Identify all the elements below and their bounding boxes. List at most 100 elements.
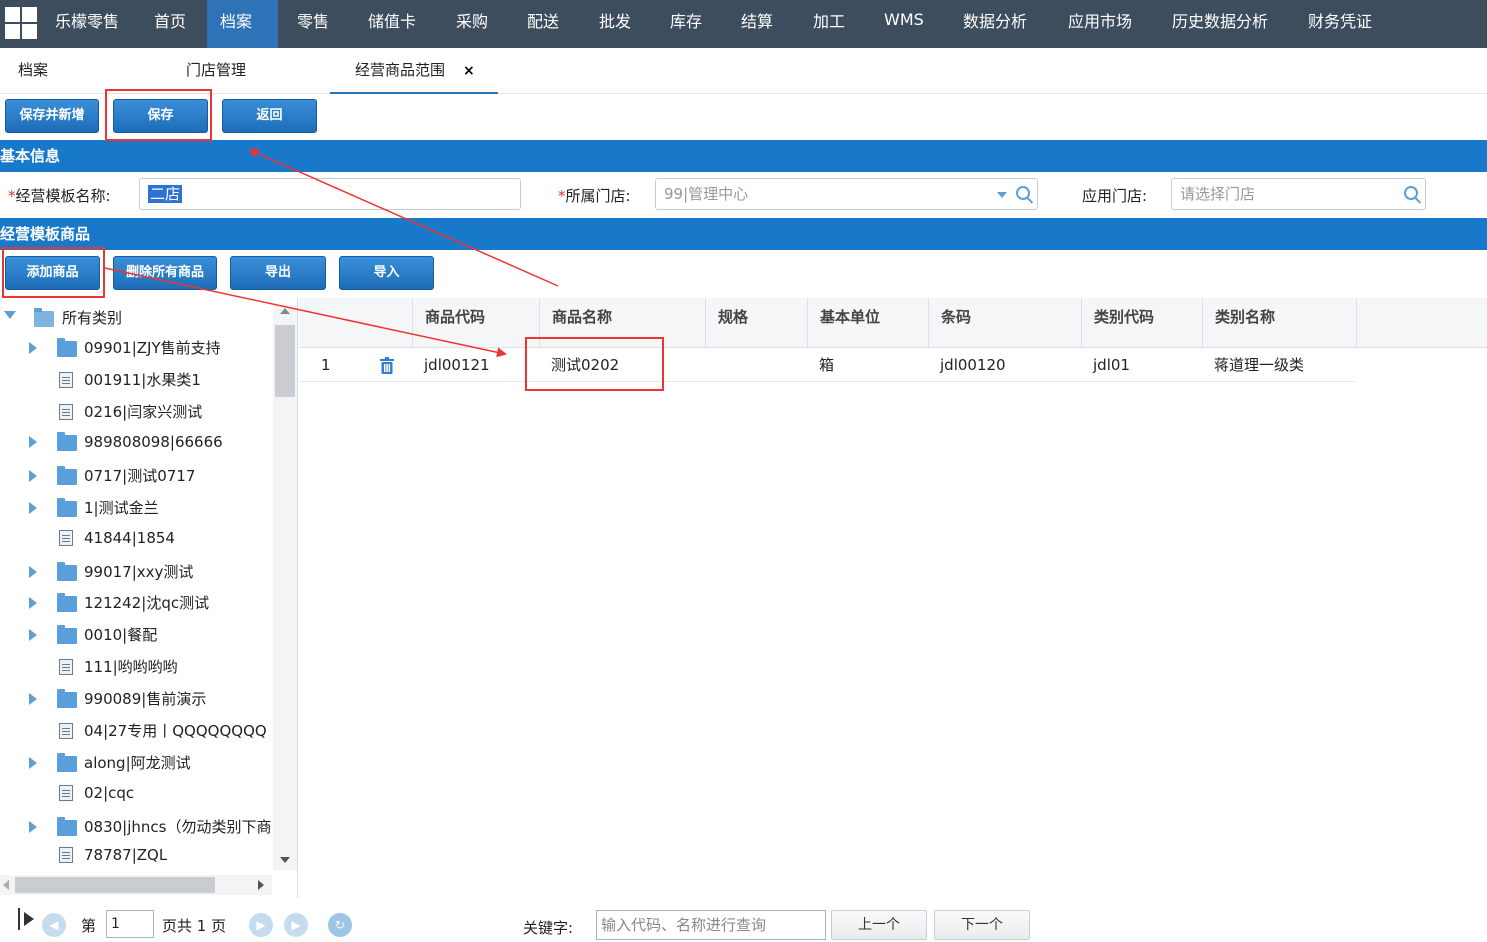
tab-archive[interactable]: 档案	[18, 48, 48, 94]
tree-item[interactable]: 0717|测试0717	[84, 461, 195, 491]
store-select[interactable]: 99|管理中心	[655, 178, 1038, 210]
tree-item[interactable]: 0010|餐配	[84, 620, 157, 650]
expand-arrow-icon[interactable]	[29, 436, 37, 448]
nav-item-finance-voucher[interactable]: 财务凭证	[1295, 0, 1385, 48]
next-match-button[interactable]: 下一个	[934, 910, 1030, 940]
column-header-unit[interactable]: 基本单位	[807, 298, 928, 348]
tree-item[interactable]: 111|哟哟哟哟	[84, 652, 178, 682]
document-icon	[59, 723, 73, 739]
chevron-down-icon[interactable]	[997, 192, 1007, 198]
nav-item-wholesale[interactable]: 批发	[586, 0, 644, 48]
nav-item-processing[interactable]: 加工	[800, 0, 858, 48]
tree-item[interactable]: 1|测试金兰	[84, 493, 159, 523]
trash-icon[interactable]	[379, 357, 395, 374]
nav-item-stored-card[interactable]: 储值卡	[355, 0, 429, 48]
nav-brand[interactable]: 乐檬零售	[42, 0, 132, 48]
document-icon	[59, 404, 73, 420]
expand-arrow-icon[interactable]	[29, 757, 37, 769]
cell-spec	[705, 348, 717, 382]
next-page-icon[interactable]: ▶	[249, 913, 273, 937]
page-number-input[interactable]: 1	[106, 910, 154, 938]
column-header-barcode[interactable]: 条码	[928, 298, 1081, 348]
last-page-icon[interactable]: ▶	[284, 913, 308, 937]
tree-item[interactable]: 04|27专用丨QQQQQQQQ	[84, 716, 267, 746]
expand-arrow-icon[interactable]	[29, 693, 37, 705]
import-button[interactable]: 导入	[339, 256, 434, 290]
template-name-input[interactable]: 二店	[139, 178, 521, 210]
tree-item[interactable]: 02|cqc	[84, 778, 134, 808]
scroll-up-icon[interactable]	[280, 308, 290, 314]
add-goods-button[interactable]: 添加商品	[5, 256, 100, 290]
nav-item-data-analysis[interactable]: 数据分析	[950, 0, 1040, 48]
nav-item-archive[interactable]: 档案	[207, 0, 278, 48]
close-icon[interactable]: ×	[463, 63, 475, 79]
scroll-left-icon[interactable]	[3, 880, 9, 890]
nav-item-home[interactable]: 首页	[141, 0, 199, 48]
export-button[interactable]: 导出	[230, 256, 326, 290]
expand-arrow-icon[interactable]	[29, 342, 37, 354]
tree-item[interactable]: 99017|xxy测试	[84, 557, 193, 587]
nav-item-wms[interactable]: WMS	[871, 0, 937, 48]
nav-item-retail[interactable]: 零售	[284, 0, 342, 48]
expand-arrow-icon[interactable]	[29, 629, 37, 641]
tree-item[interactable]: 0216|闫家兴测试	[84, 397, 202, 427]
column-header-spec[interactable]: 规格	[705, 298, 807, 348]
row-index: 1	[321, 356, 331, 374]
tree-hscroll-thumb[interactable]	[15, 877, 215, 893]
column-header-category-code[interactable]: 类别代码	[1081, 298, 1202, 348]
nav-item-settlement[interactable]: 结算	[728, 0, 786, 48]
expand-arrow-icon[interactable]	[29, 470, 37, 482]
collapse-arrow-icon[interactable]	[4, 311, 16, 319]
page-size-handle[interactable]	[18, 908, 20, 930]
apply-store-input[interactable]: 请选择门店	[1171, 178, 1426, 210]
tab-bar: 档案 门店管理 经营商品范围 ×	[0, 48, 1487, 94]
tree-scroll-thumb[interactable]	[275, 325, 295, 397]
tree-item[interactable]: 41844|1854	[84, 523, 175, 553]
search-icon[interactable]	[1404, 186, 1418, 200]
scroll-down-icon[interactable]	[280, 857, 290, 863]
prev-match-button[interactable]: 上一个	[831, 910, 927, 940]
column-header-category-name[interactable]: 类别名称	[1202, 298, 1356, 348]
folder-icon	[57, 466, 77, 485]
tab-store-management[interactable]: 门店管理	[186, 48, 246, 94]
app-grid-icon[interactable]	[0, 0, 44, 48]
tree-item[interactable]: 989808098|66666	[84, 427, 223, 457]
save-button[interactable]: 保存	[113, 99, 208, 133]
expand-arrow-icon[interactable]	[29, 566, 37, 578]
expand-arrow-icon[interactable]	[29, 821, 37, 833]
table-row[interactable]: 1 jdl00121 测试0202 箱 jdl00120 jdl01 蒋道理一级…	[299, 348, 1355, 382]
tree-item[interactable]: 78787|ZQL	[84, 840, 167, 870]
nav-item-inventory[interactable]: 库存	[657, 0, 715, 48]
first-page-icon[interactable]: ◀	[42, 913, 66, 937]
tree-item[interactable]: 001911|水果类1	[84, 365, 201, 395]
basic-info-header: 基本信息	[0, 140, 1487, 172]
tree-root[interactable]: 所有类别	[62, 303, 122, 333]
apply-store-label: 应用门店:	[1082, 187, 1148, 205]
nav-item-app-market[interactable]: 应用市场	[1055, 0, 1145, 48]
nav-item-delivery[interactable]: 配送	[514, 0, 572, 48]
column-header-code[interactable]: 商品代码	[412, 298, 539, 348]
save-and-new-button[interactable]: 保存并新增	[5, 99, 99, 133]
tree-item[interactable]: 990089|售前演示	[84, 684, 206, 714]
tree-item[interactable]: 121242|沈qc测试	[84, 588, 209, 618]
tree-item[interactable]: 0830|jhncs（勿动类别下商	[84, 812, 271, 842]
play-icon[interactable]	[24, 912, 34, 926]
expand-arrow-icon[interactable]	[29, 597, 37, 609]
scroll-right-icon[interactable]	[258, 880, 264, 890]
column-header-name[interactable]: 商品名称	[539, 298, 705, 348]
expand-arrow-icon[interactable]	[29, 502, 37, 514]
folder-icon	[57, 338, 77, 357]
back-button[interactable]: 返回	[222, 99, 317, 133]
nav-item-purchase[interactable]: 采购	[443, 0, 501, 48]
nav-item-history-analysis[interactable]: 历史数据分析	[1159, 0, 1281, 48]
goods-table-header: 商品代码 商品名称 规格 基本单位 条码 类别代码 类别名称	[299, 298, 1487, 348]
store-label: *所属门店:	[558, 187, 631, 205]
tree-item[interactable]: along|阿龙测试	[84, 748, 191, 778]
search-icon[interactable]	[1016, 186, 1030, 200]
delete-all-goods-button[interactable]: 删除所有商品	[113, 256, 217, 290]
tab-business-goods-range[interactable]: 经营商品范围 ×	[330, 48, 498, 94]
document-icon	[59, 530, 73, 546]
tree-item[interactable]: 09901|ZJY售前支持	[84, 333, 221, 363]
keyword-search-input[interactable]: 输入代码、名称进行查询	[596, 910, 826, 940]
refresh-icon[interactable]: ↻	[328, 913, 352, 937]
